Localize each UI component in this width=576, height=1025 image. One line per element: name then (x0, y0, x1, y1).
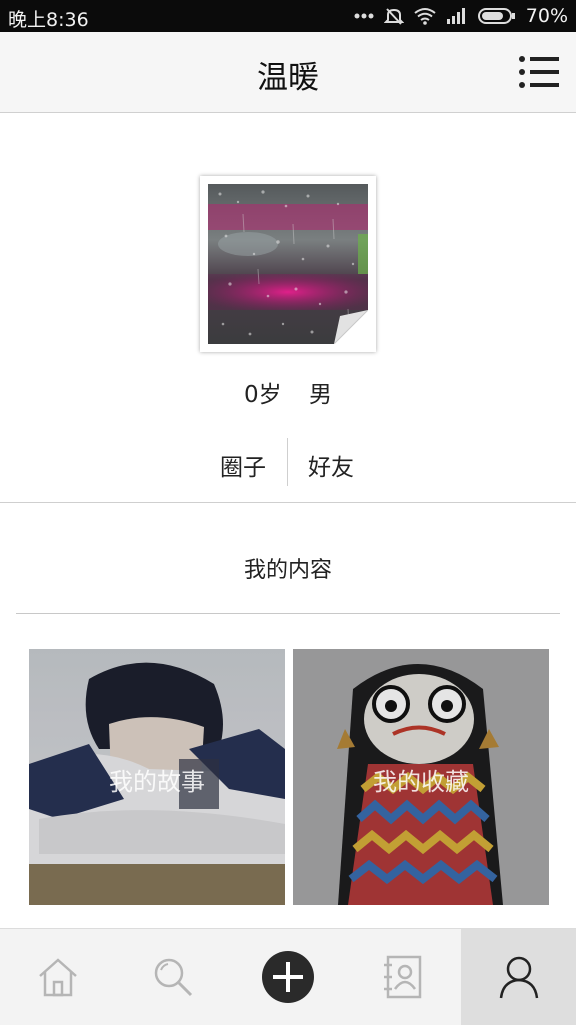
avatar[interactable] (200, 176, 376, 352)
menu-list-icon[interactable] (518, 54, 560, 90)
card-caption: 我的故事 (109, 768, 205, 796)
profile-info: 0岁 男 (0, 375, 576, 409)
add-icon (261, 951, 314, 1003)
card-caption: 我的收藏 (373, 768, 469, 796)
section-title: 我的内容 (243, 558, 332, 583)
my-stories-card[interactable]: 我的故事 (29, 649, 285, 905)
profile-icon (499, 956, 538, 999)
status-icons: 70% (354, 5, 568, 27)
battery-level: 70% (525, 5, 568, 27)
app-header: 温暖 (0, 32, 576, 113)
page-fold-icon (333, 309, 369, 345)
page-title: 温暖 (257, 60, 319, 96)
divider (16, 613, 560, 614)
tab-contacts[interactable] (345, 929, 460, 1025)
wifi-icon (414, 7, 436, 25)
links-divider (287, 438, 288, 486)
home-icon (38, 958, 77, 997)
silent-icon (383, 6, 404, 26)
my-favorites-card[interactable]: 我的收藏 (293, 649, 549, 905)
more-dots-icon (354, 13, 374, 19)
divider (0, 502, 576, 503)
search-icon (154, 958, 192, 997)
tab-search[interactable] (115, 929, 230, 1025)
age-label: 0岁 (244, 382, 282, 408)
circle-link[interactable]: 圈子 (220, 448, 266, 482)
tab-profile[interactable] (461, 929, 576, 1025)
friends-link[interactable]: 好友 (308, 448, 354, 482)
tab-add[interactable] (230, 929, 345, 1025)
gender-label: 男 (308, 382, 332, 408)
profile-links: 圈子 好友 (0, 438, 576, 486)
status-time: 晚上8:36 (8, 9, 89, 31)
battery-icon (477, 7, 516, 25)
contacts-icon (383, 955, 421, 999)
signal-icon (446, 7, 468, 25)
bottom-tab-bar (0, 928, 576, 1025)
status-bar: 晚上8:36 70% (0, 0, 576, 32)
tab-home[interactable] (0, 929, 115, 1025)
